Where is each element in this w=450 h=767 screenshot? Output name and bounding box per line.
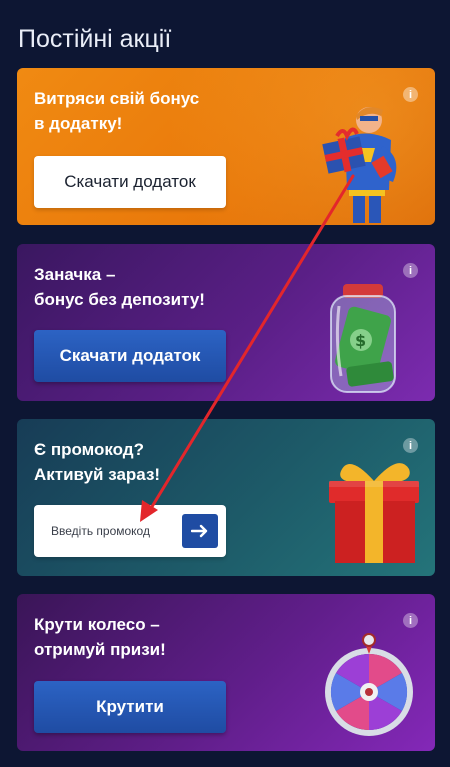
page-title: Постійні акції (18, 24, 172, 53)
promocode-submit-button[interactable] (182, 514, 218, 548)
promo-card-app-bonus: Витряси свій бонус в додатку! i Скачати … (17, 68, 435, 225)
money-jar-image: $ (330, 284, 396, 393)
promo-card-promocode: Є промокод? Активуй зараз! i (17, 419, 435, 576)
download-app-button[interactable]: Скачати додаток (34, 330, 226, 382)
info-icon[interactable]: i (403, 613, 418, 628)
superhero-gift-image (322, 107, 397, 223)
info-icon[interactable]: i (403, 438, 418, 453)
promocode-field (34, 505, 226, 557)
info-icon[interactable]: i (403, 263, 418, 278)
download-app-button[interactable]: Скачати додаток (34, 156, 226, 208)
promo-card-no-deposit: Заначка – бонус без депозиту! i Скачати … (17, 244, 435, 401)
promo-title: Є промокод? Активуй зараз! (34, 440, 161, 484)
arrow-right-icon (191, 524, 208, 538)
promo-title: Крути колесо – отримуй призи! (34, 615, 166, 659)
svg-text:$: $ (355, 331, 366, 350)
promo-title: Заначка – бонус без депозиту! (34, 265, 205, 309)
promo-card-wheel: Крути колесо – отримуй призи! i Крутити (17, 594, 435, 751)
promo-title: Витряси свій бонус в додатку! (34, 89, 200, 133)
spin-button[interactable]: Крутити (34, 681, 226, 733)
gift-box-image (329, 463, 419, 563)
fortune-wheel-image (325, 633, 413, 736)
promocode-input[interactable] (34, 505, 174, 557)
